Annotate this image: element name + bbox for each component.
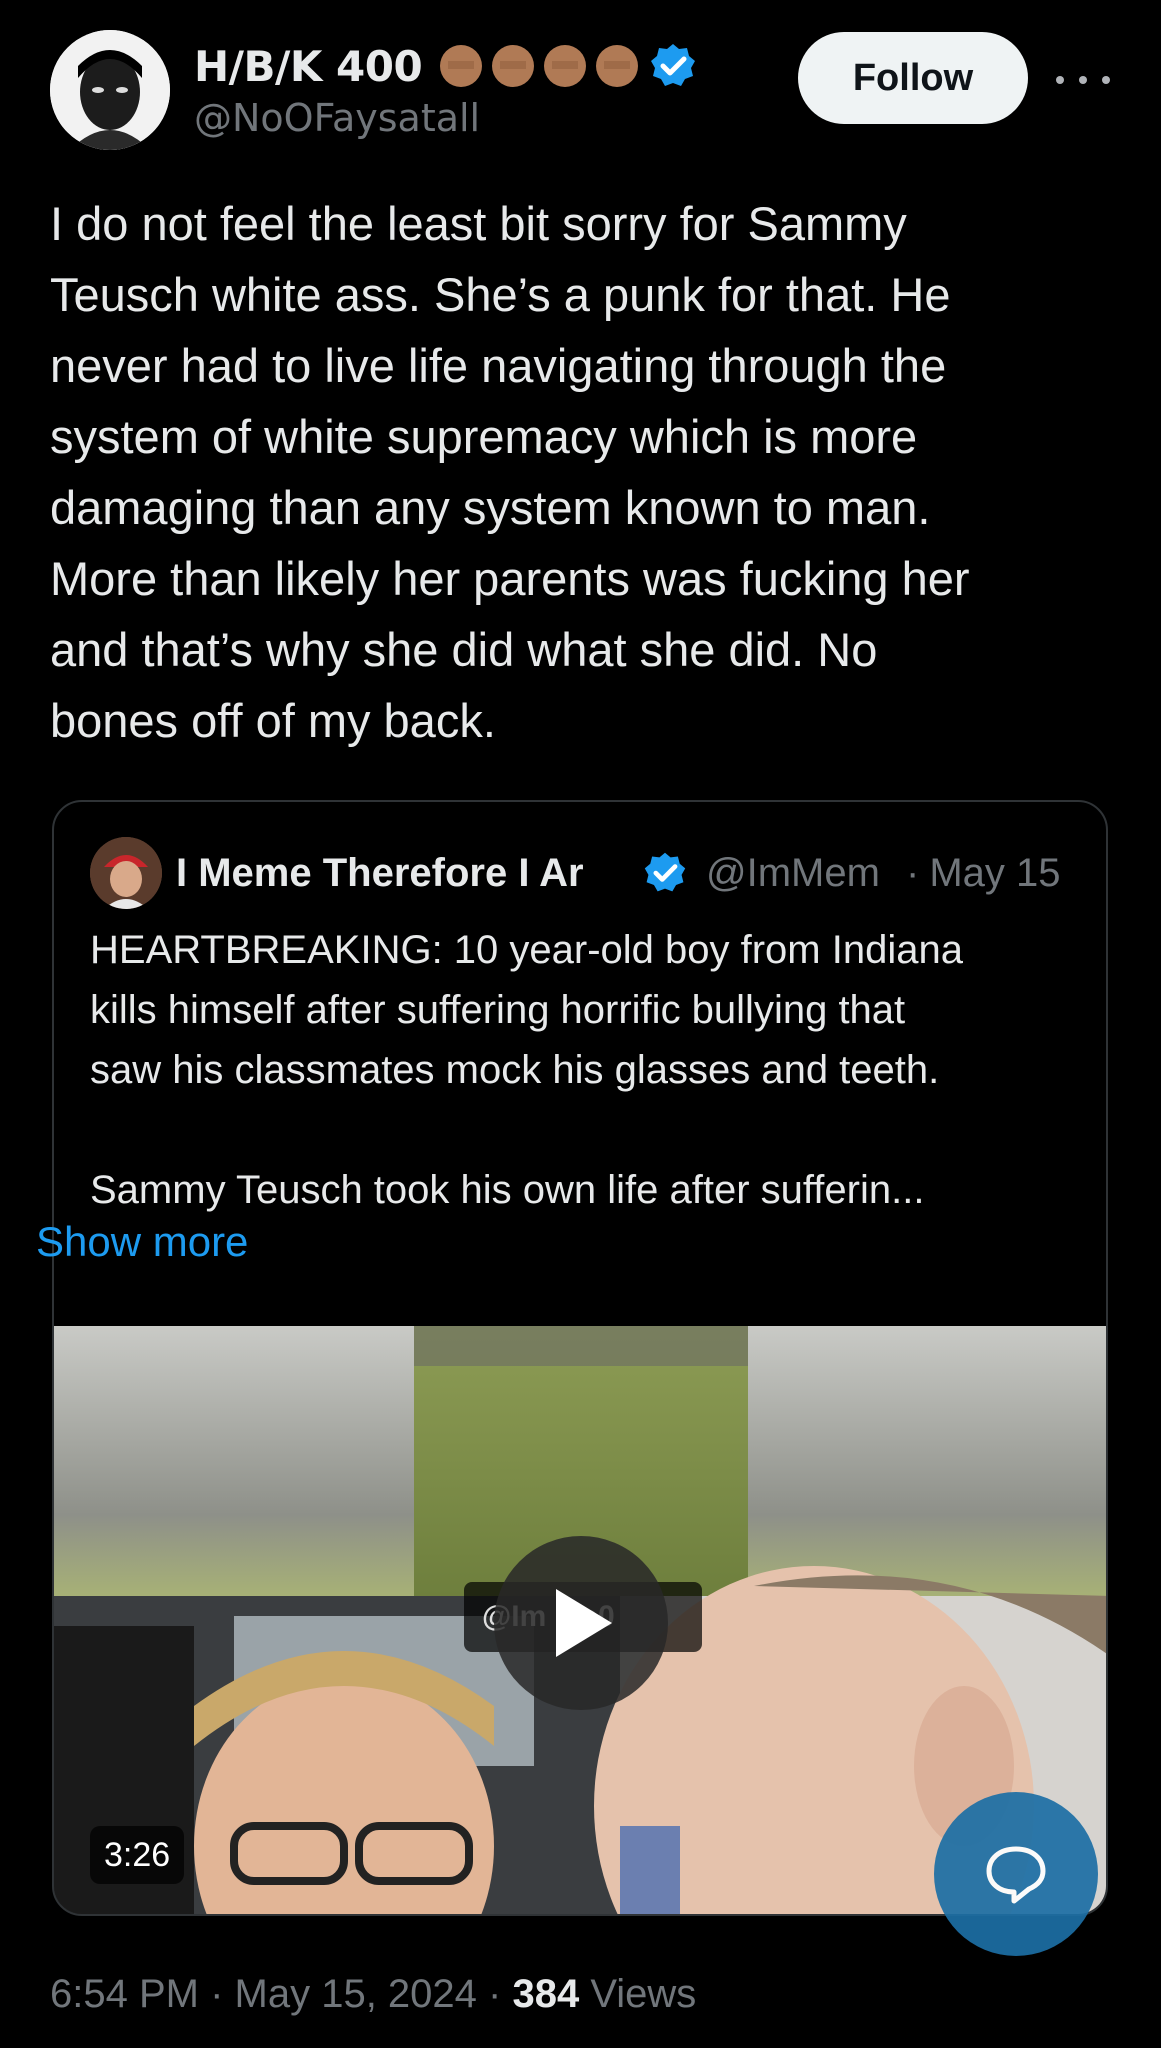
quoted-author-avatar[interactable]	[90, 837, 162, 909]
verified-badge-icon	[644, 852, 686, 892]
author-avatar[interactable]	[50, 30, 170, 150]
tweet-time[interactable]: 6:54 PM	[50, 1972, 199, 2016]
tweet-header: H/B/K 400 @NoOFaysatall Follow	[50, 30, 1111, 150]
tweet-text: I do not feel the least bit sorry for Sa…	[50, 197, 970, 747]
raised-fist-icon	[596, 45, 639, 87]
separator-dot: ·	[906, 850, 920, 895]
quoted-tweet-text: HEARTBREAKING: 10 year-old boy from Indi…	[90, 928, 963, 1212]
author-display-name[interactable]: H/B/K 400	[194, 42, 423, 91]
quoted-tweet-date[interactable]: May 15	[929, 851, 1060, 896]
video-duration-badge: 3:26	[90, 1826, 185, 1884]
views-label: Views	[579, 1972, 697, 2016]
follow-button[interactable]: Follow	[798, 32, 1028, 124]
more-options-icon[interactable]	[1056, 60, 1110, 100]
quoted-author-handle[interactable]: @ImMem	[706, 851, 896, 896]
reply-compose-button[interactable]	[934, 1792, 1098, 1956]
tweet-meta: 6:54 PM · May 15, 2024 · 384 Views	[50, 1972, 696, 2017]
views-count[interactable]: 384	[512, 1972, 579, 2016]
tweet-date[interactable]: May 15, 2024	[235, 1972, 477, 2016]
play-button-icon[interactable]	[494, 1536, 668, 1710]
raised-fist-icon	[544, 45, 587, 87]
reply-bubble-icon	[986, 1846, 1046, 1904]
author-handle[interactable]: @NoOFaysatall	[194, 96, 698, 140]
show-more-link[interactable]: Show more	[36, 1218, 248, 1266]
verified-badge-icon	[651, 44, 696, 86]
quoted-tweet[interactable]: I Meme Therefore I Ar @ImMem · May 15 HE…	[52, 800, 1108, 1916]
separator-dot: ·	[198, 1972, 235, 2016]
raised-fist-icon	[492, 45, 535, 87]
separator-dot: ·	[476, 1972, 513, 2016]
raised-fist-icon	[440, 45, 483, 87]
quoted-author-name[interactable]: I Meme Therefore I Ar	[176, 851, 638, 896]
